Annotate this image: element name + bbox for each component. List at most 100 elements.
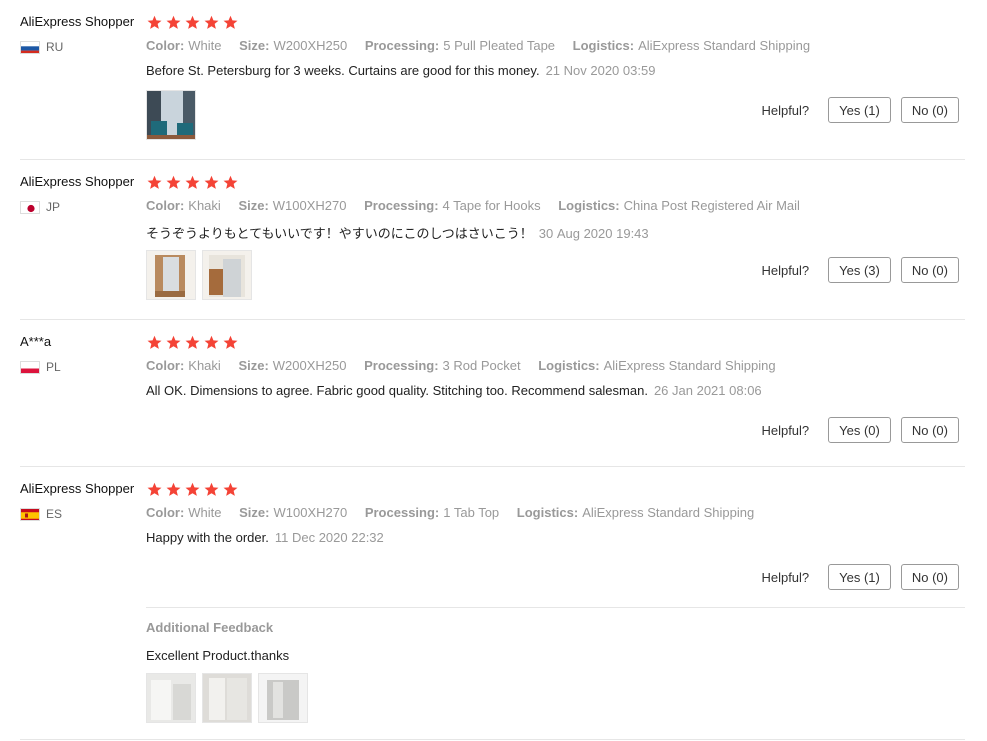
color-value: White <box>188 505 222 520</box>
logistics-key: Logistics: <box>538 358 600 373</box>
color-key: Color: <box>146 198 185 213</box>
no-vote-button[interactable]: No (0) <box>900 564 959 590</box>
order-info: Color: White Size: W100XH270 Processing: 1 … <box>146 505 768 520</box>
color-value: Khaki <box>188 198 221 213</box>
helpful-label: Helpful? <box>761 262 810 278</box>
star-rating <box>147 15 242 30</box>
order-info: Color: Khaki Size: W100XH270 Processing: 4 … <box>146 198 814 213</box>
star-icon <box>166 335 181 349</box>
star-icon <box>204 15 219 29</box>
star-icon <box>223 175 238 189</box>
size-value: W100XH270 <box>273 505 348 520</box>
star-icon <box>185 15 200 29</box>
additional-feedback-text: Excellent Product.thanks <box>146 648 290 663</box>
no-vote-button[interactable]: No (0) <box>900 257 959 283</box>
review-text: All OK. Dimensions to agree. Fabric good… <box>146 383 648 398</box>
review-photos <box>146 250 258 300</box>
star-icon <box>204 482 219 496</box>
size-value: W100XH270 <box>272 198 347 213</box>
review-item: AliExpress Shopper JP Color: Khaki Size: W… <box>0 174 965 320</box>
reviewer-name: A***a <box>20 334 52 349</box>
review-text-row: そうぞうよりもとてもいいです！やすいのにこのしつはさいこう！ 30 Aug 202… <box>146 223 649 242</box>
yes-vote-button[interactable]: Yes (0) <box>828 417 891 443</box>
star-icon <box>223 335 238 349</box>
star-icon <box>166 15 181 29</box>
country-code: ES <box>46 507 63 521</box>
color-key: Color: <box>146 358 185 373</box>
processing-value: 4 Tape for Hooks <box>442 198 541 213</box>
japan-flag-icon <box>20 200 40 214</box>
size-key: Size: <box>239 38 270 53</box>
no-vote-button[interactable]: No (0) <box>900 97 959 123</box>
order-info: Color: White Size: W200XH250 Processing: 5 … <box>146 38 824 53</box>
logistics-key: Logistics: <box>516 505 579 520</box>
order-info: Color: Khaki Size: W200XH250 Processing: 3 … <box>146 358 790 373</box>
review-text-row: Happy with the order. 11 Dec 2020 22:32 <box>146 530 384 545</box>
yes-vote-button[interactable]: Yes (1) <box>828 564 891 590</box>
logistics-key: Logistics: <box>558 198 620 213</box>
star-icon <box>204 335 219 349</box>
logistics-value: China Post Registered Air Mail <box>623 198 800 213</box>
star-icon <box>185 175 200 189</box>
review-divider <box>20 159 965 160</box>
review-photo-thumbnail[interactable] <box>202 673 252 723</box>
review-date: 30 Aug 2020 19:43 <box>538 226 649 241</box>
review-text-row: All OK. Dimensions to agree. Fabric good… <box>146 383 762 398</box>
review-date: 26 Jan 2021 08:06 <box>653 383 762 398</box>
size-value: W200XH250 <box>272 358 347 373</box>
reviewer-country: RU <box>20 40 63 54</box>
reviewer-country: PL <box>20 360 61 374</box>
review-photo-thumbnail[interactable] <box>146 250 196 300</box>
reviewer-name: AliExpress Shopper <box>20 481 135 496</box>
helpful-votes: Helpful? Yes (3) No (0) <box>761 257 959 283</box>
processing-value: 3 Rod Pocket <box>442 358 521 373</box>
review-photo-thumbnail[interactable] <box>258 673 308 723</box>
helpful-label: Helpful? <box>761 569 810 585</box>
star-icon <box>147 15 162 29</box>
processing-value: 1 Tab Top <box>443 505 500 520</box>
processing-key: Processing: <box>364 38 440 53</box>
review-photo-thumbnail[interactable] <box>146 90 196 140</box>
yes-vote-button[interactable]: Yes (1) <box>828 97 891 123</box>
star-icon <box>204 175 219 189</box>
helpful-label: Helpful? <box>761 422 810 438</box>
star-icon <box>147 482 162 496</box>
star-rating <box>147 175 242 190</box>
logistics-value: AliExpress Standard Shipping <box>603 358 776 373</box>
size-key: Size: <box>238 198 269 213</box>
star-icon <box>166 175 181 189</box>
review-divider <box>20 739 965 740</box>
review-text: Before St. Petersburg for 3 weeks. Curta… <box>146 63 540 78</box>
reviewer-name: AliExpress Shopper <box>20 174 135 189</box>
helpful-votes: Helpful? Yes (1) No (0) <box>761 97 959 123</box>
star-icon <box>223 482 238 496</box>
star-icon <box>147 175 162 189</box>
color-value: Khaki <box>188 358 221 373</box>
size-key: Size: <box>239 505 270 520</box>
processing-value: 5 Pull Pleated Tape <box>443 38 556 53</box>
review-photo-thumbnail[interactable] <box>146 673 196 723</box>
country-code: JP <box>46 200 61 214</box>
additional-feedback: Additional Feedback Excellent Product.th… <box>146 607 965 737</box>
review-item: AliExpress Shopper RU Color: White Size: W… <box>0 14 965 160</box>
review-text-row: Before St. Petersburg for 3 weeks. Curta… <box>146 63 655 78</box>
review-text: そうぞうよりもとてもいいです！やすいのにこのしつはさいこう！ <box>146 226 533 241</box>
star-icon <box>223 15 238 29</box>
yes-vote-button[interactable]: Yes (3) <box>828 257 891 283</box>
reviewer-country: ES <box>20 507 62 521</box>
star-icon <box>185 482 200 496</box>
review-photos <box>146 90 202 140</box>
star-rating <box>147 482 242 497</box>
color-key: Color: <box>146 38 185 53</box>
processing-key: Processing: <box>364 198 439 213</box>
reviewer-name: AliExpress Shopper <box>20 14 135 29</box>
additional-feedback-divider <box>146 607 965 608</box>
color-value: White <box>188 38 222 53</box>
russia-flag-icon <box>20 40 40 54</box>
spain-flag-icon <box>20 507 40 521</box>
review-divider <box>20 319 965 320</box>
no-vote-button[interactable]: No (0) <box>900 417 959 443</box>
review-photo-thumbnail[interactable] <box>202 250 252 300</box>
additional-feedback-title: Additional Feedback <box>146 620 274 635</box>
processing-key: Processing: <box>364 358 439 373</box>
